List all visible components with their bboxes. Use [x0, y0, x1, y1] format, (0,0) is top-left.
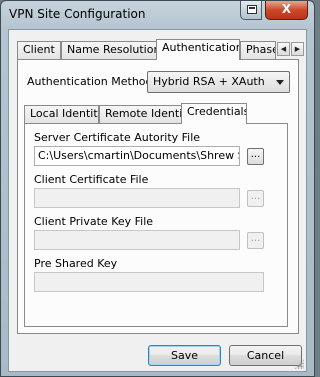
close-button[interactable]: X — [265, 1, 308, 20]
server-cert-field[interactable]: C:\Users\cmartin\Documents\Shrew Soft — [34, 146, 240, 166]
credentials-panel: Server Certificate Autority File C:\User… — [24, 123, 288, 327]
server-cert-browse-button[interactable]: ... — [247, 148, 264, 165]
client-cert-label: Client Certificate File — [34, 173, 149, 186]
main-tab-strip: Client Name Resolution Authentication Ph… — [17, 39, 307, 60]
window-icon — [247, 5, 257, 14]
cancel-button[interactable]: Cancel — [229, 345, 302, 366]
client-key-label: Client Private Key File — [34, 215, 154, 228]
pre-shared-key-field[interactable] — [34, 272, 264, 292]
client-cert-field[interactable] — [34, 188, 240, 208]
tab-local-identity[interactable]: Local Identity — [24, 105, 99, 123]
tab-authentication[interactable]: Authentication — [156, 39, 240, 60]
title-bar[interactable]: VPN Site Configuration X — [1, 1, 314, 29]
credential-tab-strip: Local Identity Remote Identity Credentia… — [24, 103, 284, 124]
dialog-window: VPN Site Configuration X Client Name Res… — [0, 0, 315, 377]
chevron-down-icon — [276, 80, 284, 85]
pre-shared-key-label: Pre Shared Key — [34, 257, 118, 270]
client-key-browse-button[interactable]: ... — [247, 232, 264, 249]
system-menu-button[interactable] — [240, 1, 262, 20]
server-cert-label: Server Certificate Autority File — [34, 131, 201, 144]
tab-phase[interactable]: Phase — [240, 41, 276, 59]
authentication-panel: Authentication Method Hybrid RSA + XAuth… — [17, 59, 299, 334]
dialog-client-area: Client Name Resolution Authentication Ph… — [8, 29, 307, 372]
auth-method-label: Authentication Method — [27, 75, 153, 88]
tab-scroll-left-icon[interactable]: ◀ — [277, 42, 290, 56]
auth-method-select[interactable]: Hybrid RSA + XAuth — [147, 71, 290, 93]
client-cert-browse-button[interactable]: ... — [247, 190, 264, 207]
auth-method-value: Hybrid RSA + XAuth — [153, 75, 265, 88]
tab-name-resolution[interactable]: Name Resolution — [61, 41, 158, 59]
client-key-field[interactable] — [34, 230, 240, 250]
tab-client[interactable]: Client — [17, 41, 61, 59]
save-button[interactable]: Save — [148, 345, 221, 366]
tab-remote-identity[interactable]: Remote Identity — [99, 105, 182, 123]
tab-scroll-right-icon[interactable]: ▶ — [291, 42, 304, 56]
tab-credentials[interactable]: Credentials — [181, 103, 247, 124]
window-title: VPN Site Configuration — [9, 7, 146, 21]
